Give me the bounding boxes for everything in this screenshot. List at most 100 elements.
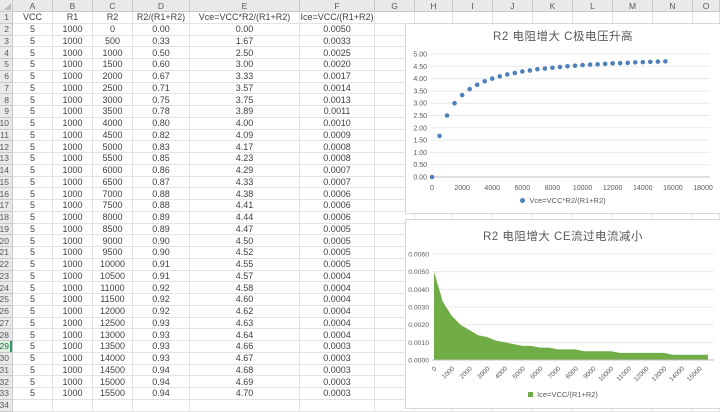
cell[interactable]: 0.0050: [300, 24, 375, 36]
cell[interactable]: 0.94: [133, 376, 190, 388]
cell[interactable]: 0.93: [133, 318, 190, 330]
cell[interactable]: 4.47: [190, 224, 300, 236]
cell[interactable]: 5500: [93, 153, 133, 165]
cell[interactable]: 0.0017: [300, 71, 375, 83]
cell[interactable]: 0.33: [133, 36, 190, 48]
cell[interactable]: 1000: [53, 235, 93, 247]
cell[interactable]: [653, 12, 693, 24]
cell[interactable]: 0.88: [133, 200, 190, 212]
cell[interactable]: 0.0025: [300, 47, 375, 59]
cell[interactable]: 5: [13, 130, 53, 142]
column-header-J[interactable]: J: [493, 0, 533, 12]
cell[interactable]: 0.90: [133, 247, 190, 259]
cell[interactable]: 1500: [93, 59, 133, 71]
cell[interactable]: 1000: [53, 94, 93, 106]
cell[interactable]: 5000: [93, 141, 133, 153]
cell[interactable]: 0.0006: [300, 188, 375, 200]
row-header[interactable]: 20: [0, 235, 13, 247]
column-header-D[interactable]: D: [133, 0, 190, 12]
cell[interactable]: 0.91: [133, 259, 190, 271]
cell[interactable]: 0.89: [133, 212, 190, 224]
column-header-F[interactable]: F: [300, 0, 375, 12]
cell[interactable]: 4.57: [190, 271, 300, 283]
cell[interactable]: 4000: [93, 118, 133, 130]
cell[interactable]: 1000: [53, 177, 93, 189]
cell[interactable]: 5: [13, 24, 53, 36]
cell[interactable]: 0.0006: [300, 200, 375, 212]
cell[interactable]: [533, 12, 573, 24]
cell[interactable]: [693, 12, 720, 24]
scatter-chart-legend[interactable]: Vce=VCC*R2/(R1+R2): [406, 196, 720, 205]
cell[interactable]: 4.23: [190, 153, 300, 165]
cell[interactable]: 0.88: [133, 188, 190, 200]
cell[interactable]: 0.67: [133, 71, 190, 83]
row-header[interactable]: 15: [0, 177, 13, 189]
cell[interactable]: 4.62: [190, 306, 300, 318]
row-header[interactable]: 3: [0, 36, 13, 48]
cell[interactable]: 0.94: [133, 388, 190, 400]
cell[interactable]: 4.58: [190, 282, 300, 294]
cell[interactable]: 1000: [53, 141, 93, 153]
cell[interactable]: 0.93: [133, 341, 190, 353]
cell[interactable]: 5: [13, 106, 53, 118]
area-chart[interactable]: R2 电阻增大 CE流过电流减小 0.00000.00100.00200.003…: [405, 219, 720, 409]
cell[interactable]: 1000: [53, 388, 93, 400]
cell[interactable]: 0.82: [133, 130, 190, 142]
cell[interactable]: 1000: [53, 188, 93, 200]
row-header[interactable]: 28: [0, 329, 13, 341]
cell[interactable]: 4.09: [190, 130, 300, 142]
cell[interactable]: 1000: [53, 106, 93, 118]
cell[interactable]: 5: [13, 200, 53, 212]
cell[interactable]: 3500: [93, 106, 133, 118]
cell[interactable]: 5: [13, 376, 53, 388]
cell[interactable]: 0.0003: [300, 365, 375, 377]
cell[interactable]: 0.0003: [300, 341, 375, 353]
cell[interactable]: 0.0007: [300, 165, 375, 177]
cell[interactable]: 4.44: [190, 212, 300, 224]
cell[interactable]: 0.0014: [300, 83, 375, 95]
cell[interactable]: 3.75: [190, 94, 300, 106]
row-header[interactable]: 2: [0, 24, 13, 36]
row-header[interactable]: 9: [0, 106, 13, 118]
cell[interactable]: 15000: [93, 376, 133, 388]
column-header-L[interactable]: L: [573, 0, 613, 12]
cell[interactable]: 1000: [53, 294, 93, 306]
cell[interactable]: 1000: [53, 130, 93, 142]
cell[interactable]: Ice=VCC/(R1+R2): [300, 12, 375, 24]
row-header[interactable]: 11: [0, 130, 13, 142]
cell[interactable]: 1000: [53, 200, 93, 212]
row-header[interactable]: 13: [0, 153, 13, 165]
cell[interactable]: 0.83: [133, 141, 190, 153]
cell[interactable]: 5: [13, 294, 53, 306]
cell[interactable]: 4.17: [190, 141, 300, 153]
cell[interactable]: 1.67: [190, 36, 300, 48]
cell[interactable]: 1000: [53, 118, 93, 130]
cell[interactable]: 4.55: [190, 259, 300, 271]
cell[interactable]: 0.93: [133, 353, 190, 365]
cell[interactable]: 0.89: [133, 224, 190, 236]
cell[interactable]: 1000: [53, 24, 93, 36]
cell[interactable]: [133, 400, 190, 412]
row-header[interactable]: 12: [0, 141, 13, 153]
cell[interactable]: 0.91: [133, 271, 190, 283]
cell[interactable]: 5: [13, 177, 53, 189]
column-header-H[interactable]: H: [415, 0, 453, 12]
cell[interactable]: 4.63: [190, 318, 300, 330]
cell[interactable]: 0.0004: [300, 294, 375, 306]
cell[interactable]: 0.92: [133, 282, 190, 294]
cell[interactable]: 1000: [53, 271, 93, 283]
cell[interactable]: 0.0005: [300, 235, 375, 247]
cell[interactable]: 4.00: [190, 118, 300, 130]
cell[interactable]: 14000: [93, 353, 133, 365]
row-header[interactable]: 8: [0, 94, 13, 106]
cell[interactable]: 1000: [53, 306, 93, 318]
row-header[interactable]: 17: [0, 200, 13, 212]
cell[interactable]: R1: [53, 12, 93, 24]
cell[interactable]: 0.87: [133, 177, 190, 189]
cell[interactable]: 11000: [93, 282, 133, 294]
cell[interactable]: 13500: [93, 341, 133, 353]
cell[interactable]: 0.0008: [300, 141, 375, 153]
column-header-C[interactable]: C: [93, 0, 133, 12]
row-header[interactable]: 6: [0, 71, 13, 83]
column-header-I[interactable]: I: [453, 0, 493, 12]
